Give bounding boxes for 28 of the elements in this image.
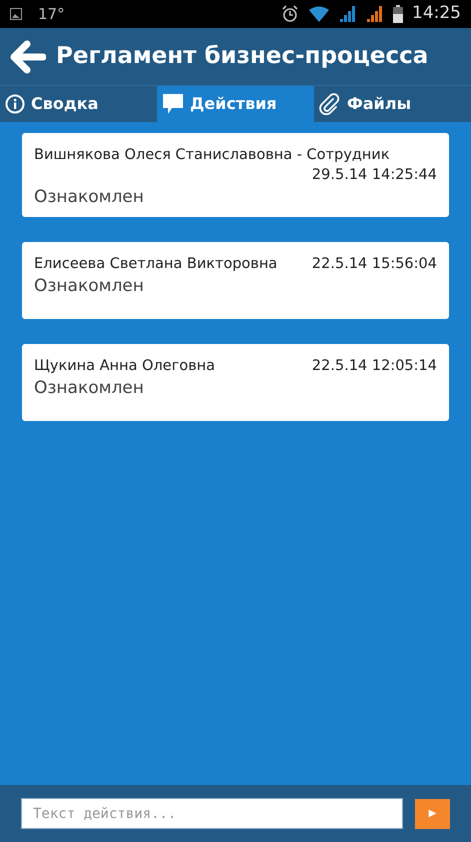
action-text-field[interactable]: Текст действия... [21, 798, 403, 829]
battery-icon [393, 5, 403, 23]
clock: 14:25 [412, 2, 461, 26]
action-date: 22.5.14 15:56:04 [312, 255, 437, 274]
back-arrow-icon [10, 40, 46, 74]
employee-name: Щукина Анна Олеговна [34, 357, 215, 376]
action-status: Ознакомлен [34, 377, 145, 400]
employee-name: Елисеева Светлана Викторовна [34, 255, 278, 274]
signal-icon [339, 5, 357, 23]
wifi-icon [308, 6, 330, 22]
action-date: 22.5.14 12:05:14 [312, 357, 437, 376]
action-status: Ознакомлен [34, 275, 145, 298]
back-button[interactable] [10, 40, 46, 74]
action-card[interactable]: Елисеева Светлана Викторовна 22.5.14 15:56:04 Ознакомлен [22, 242, 449, 319]
image-notification-icon [10, 8, 22, 20]
temperature: 17° [38, 4, 65, 25]
action-card[interactable]: Вишнякова Олеся Станиславовна - Сотрудник 29.5.14 14:25:44 Ознакомлен [22, 133, 449, 217]
speech-bubble-icon [162, 93, 184, 115]
screen-title: Регламент бизнес-процесса [56, 42, 428, 72]
employee-name: Вишнякова Олеся Станиславовна - Сотрудник [34, 146, 390, 165]
action-card[interactable]: Щукина Анна Олеговна 22.5.14 12:05:14 Ознакомлен [22, 344, 449, 421]
tab[interactable]: Действия [157, 86, 314, 122]
alarm-icon [281, 5, 299, 23]
action-status: Ознакомлен [34, 186, 145, 209]
info-icon [5, 94, 25, 114]
paperclip-icon [319, 93, 341, 115]
action-date: 29.5.14 14:25:44 [312, 166, 437, 185]
signal-icon [366, 5, 384, 23]
